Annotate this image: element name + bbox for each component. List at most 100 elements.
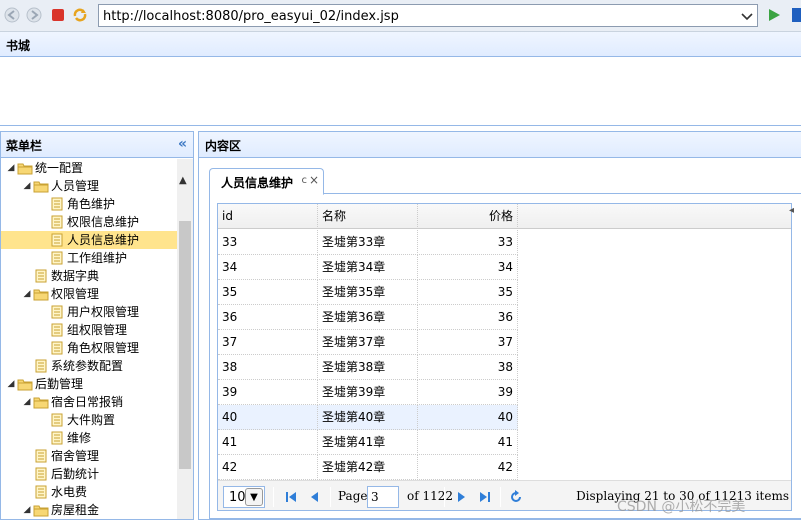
tab-body: id 名称 价格 33 圣墟第33章 33 34 圣墟第34章 34 35 圣墟第35章 35 3… (209, 194, 801, 519)
cell-name: 圣墟第38章 (318, 355, 418, 380)
column-header-id[interactable]: id (218, 204, 318, 229)
go-icon[interactable] (766, 7, 782, 23)
tab-close-icon[interactable]: × (309, 173, 319, 187)
address-url[interactable]: http://localhost:8080/pro_easyui_02/inde… (103, 9, 399, 24)
browser-toolbar: http://localhost:8080/pro_easyui_02/inde… (0, 0, 801, 32)
table-row[interactable]: 41 圣墟第41章 41 (218, 430, 518, 455)
scroll-right-icon[interactable]: ◂ (789, 205, 801, 225)
reload-icon[interactable] (509, 490, 523, 504)
cell-name: 圣墟第35章 (318, 280, 418, 305)
file-icon (49, 341, 65, 355)
tree-node[interactable]: 水电费 (1, 483, 177, 501)
folder-icon (33, 503, 49, 517)
expand-toggle-icon[interactable]: ◢ (21, 501, 33, 519)
file-icon (33, 485, 49, 499)
tree-node[interactable]: 工作组维护 (1, 249, 177, 267)
scroll-up-icon[interactable]: ▲ (179, 175, 187, 186)
grid-header: id 名称 价格 (218, 204, 791, 229)
tree-node[interactable]: 宿舍管理 (1, 447, 177, 465)
table-row[interactable]: 38 圣墟第38章 38 (218, 355, 518, 380)
north-panel: 书城 (0, 32, 801, 126)
cell-name: 圣墟第42章 (318, 455, 418, 480)
back-icon[interactable] (4, 7, 20, 23)
tree-node[interactable]: ◢ 房屋租金 (1, 501, 177, 519)
expand-toggle-icon[interactable]: ◢ (5, 159, 17, 177)
table-row[interactable]: 42 圣墟第42章 42 (218, 455, 518, 480)
dropdown-icon[interactable] (739, 8, 755, 24)
extension-icon[interactable] (790, 6, 801, 24)
tree-node[interactable]: ◢ 宿舍日常报销 (1, 393, 177, 411)
file-icon (49, 431, 65, 445)
tree-scrollbar[interactable]: ▲ (177, 159, 193, 519)
tree-node[interactable]: 人员信息维护 (1, 231, 177, 249)
tree-node[interactable]: 数据字典 (1, 267, 177, 285)
file-icon (49, 413, 65, 427)
tree-node[interactable]: 组权限管理 (1, 321, 177, 339)
table-row[interactable]: 36 圣墟第36章 36 (218, 305, 518, 330)
tree-node[interactable]: 维修 (1, 429, 177, 447)
table-row[interactable]: 37 圣墟第37章 37 (218, 330, 518, 355)
table-row[interactable]: 39 圣墟第39章 39 (218, 380, 518, 405)
tree-node-label: 宿舍日常报销 (51, 395, 124, 409)
tree-node[interactable]: 大件购置 (1, 411, 177, 429)
cell-name: 圣墟第34章 (318, 255, 418, 280)
first-page-icon[interactable] (284, 490, 298, 504)
cell-id: 40 (218, 405, 318, 430)
tree-node-label: 人员信息维护 (67, 233, 140, 247)
tab-label: 人员信息维护 (221, 176, 294, 190)
table-row[interactable]: 35 圣墟第35章 35 (218, 280, 518, 305)
tree-node[interactable]: 角色维护 (1, 195, 177, 213)
refresh-icon[interactable] (72, 7, 88, 23)
cell-id: 33 (218, 230, 318, 255)
prev-page-icon[interactable] (308, 490, 322, 504)
cell-id: 42 (218, 455, 318, 480)
cell-id: 37 (218, 330, 318, 355)
column-header-name[interactable]: 名称 (318, 204, 418, 229)
page-input[interactable]: 3 (367, 486, 399, 508)
cell-price: 37 (418, 330, 518, 355)
tree-node[interactable]: ◢ 人员管理 (1, 177, 177, 195)
pager-separator (500, 487, 501, 507)
table-row[interactable]: 33 圣墟第33章 33 (218, 230, 518, 255)
table-row[interactable]: 34 圣墟第34章 34 (218, 255, 518, 280)
next-page-icon[interactable] (454, 490, 468, 504)
folder-icon (17, 161, 33, 175)
column-header-price[interactable]: 价格 (418, 204, 518, 229)
cell-price: 33 (418, 230, 518, 255)
tab-person-info[interactable]: 人员信息维护 c × (209, 168, 325, 195)
tree-node[interactable]: ◢ 统一配置 (1, 159, 177, 177)
tree-node[interactable]: 用户权限管理 (1, 303, 177, 321)
tree-node-label: 用户权限管理 (67, 305, 140, 319)
table-row[interactable]: 40 圣墟第40章 40 (218, 405, 518, 430)
menu-tree: ◢ 统一配置 ◢ 人员管理角色维护权限信息维护人员信息维护工作组维护 数据字典 ◢ 权限管理… (1, 159, 177, 519)
cell-id: 41 (218, 430, 318, 455)
cell-price: 36 (418, 305, 518, 330)
tree-node[interactable]: ◢ 后勤管理 (1, 375, 177, 393)
tree-node-label: 水电费 (51, 485, 88, 499)
stop-icon[interactable] (50, 7, 66, 23)
last-page-icon[interactable] (478, 490, 492, 504)
expand-toggle-icon[interactable]: ◢ (21, 393, 33, 411)
pager-separator (273, 487, 274, 507)
tree-node[interactable]: 角色权限管理 (1, 339, 177, 357)
scroll-thumb[interactable] (179, 221, 191, 469)
center-title: 内容区 (199, 132, 801, 158)
tree-node[interactable]: 后勤统计 (1, 465, 177, 483)
tab-refresh-icon[interactable]: c (302, 175, 308, 186)
forward-icon[interactable] (26, 7, 42, 23)
expand-toggle-icon[interactable]: ◢ (21, 285, 33, 303)
tree-node-label: 角色维护 (67, 197, 116, 211)
file-icon (33, 449, 49, 463)
chevron-down-icon[interactable]: ▼ (245, 488, 263, 506)
tree-node[interactable]: 权限信息维护 (1, 213, 177, 231)
page-size-select[interactable]: 10 ▼ (223, 486, 265, 508)
cell-price: 41 (418, 430, 518, 455)
tree-node[interactable]: ◢ 权限管理 (1, 285, 177, 303)
collapse-icon[interactable]: « (178, 136, 187, 152)
expand-toggle-icon[interactable]: ◢ (21, 177, 33, 195)
file-icon (49, 251, 65, 265)
address-bar[interactable]: http://localhost:8080/pro_easyui_02/inde… (98, 4, 758, 27)
file-icon (49, 323, 65, 337)
expand-toggle-icon[interactable]: ◢ (5, 375, 17, 393)
tree-node[interactable]: 系统参数配置 (1, 357, 177, 375)
